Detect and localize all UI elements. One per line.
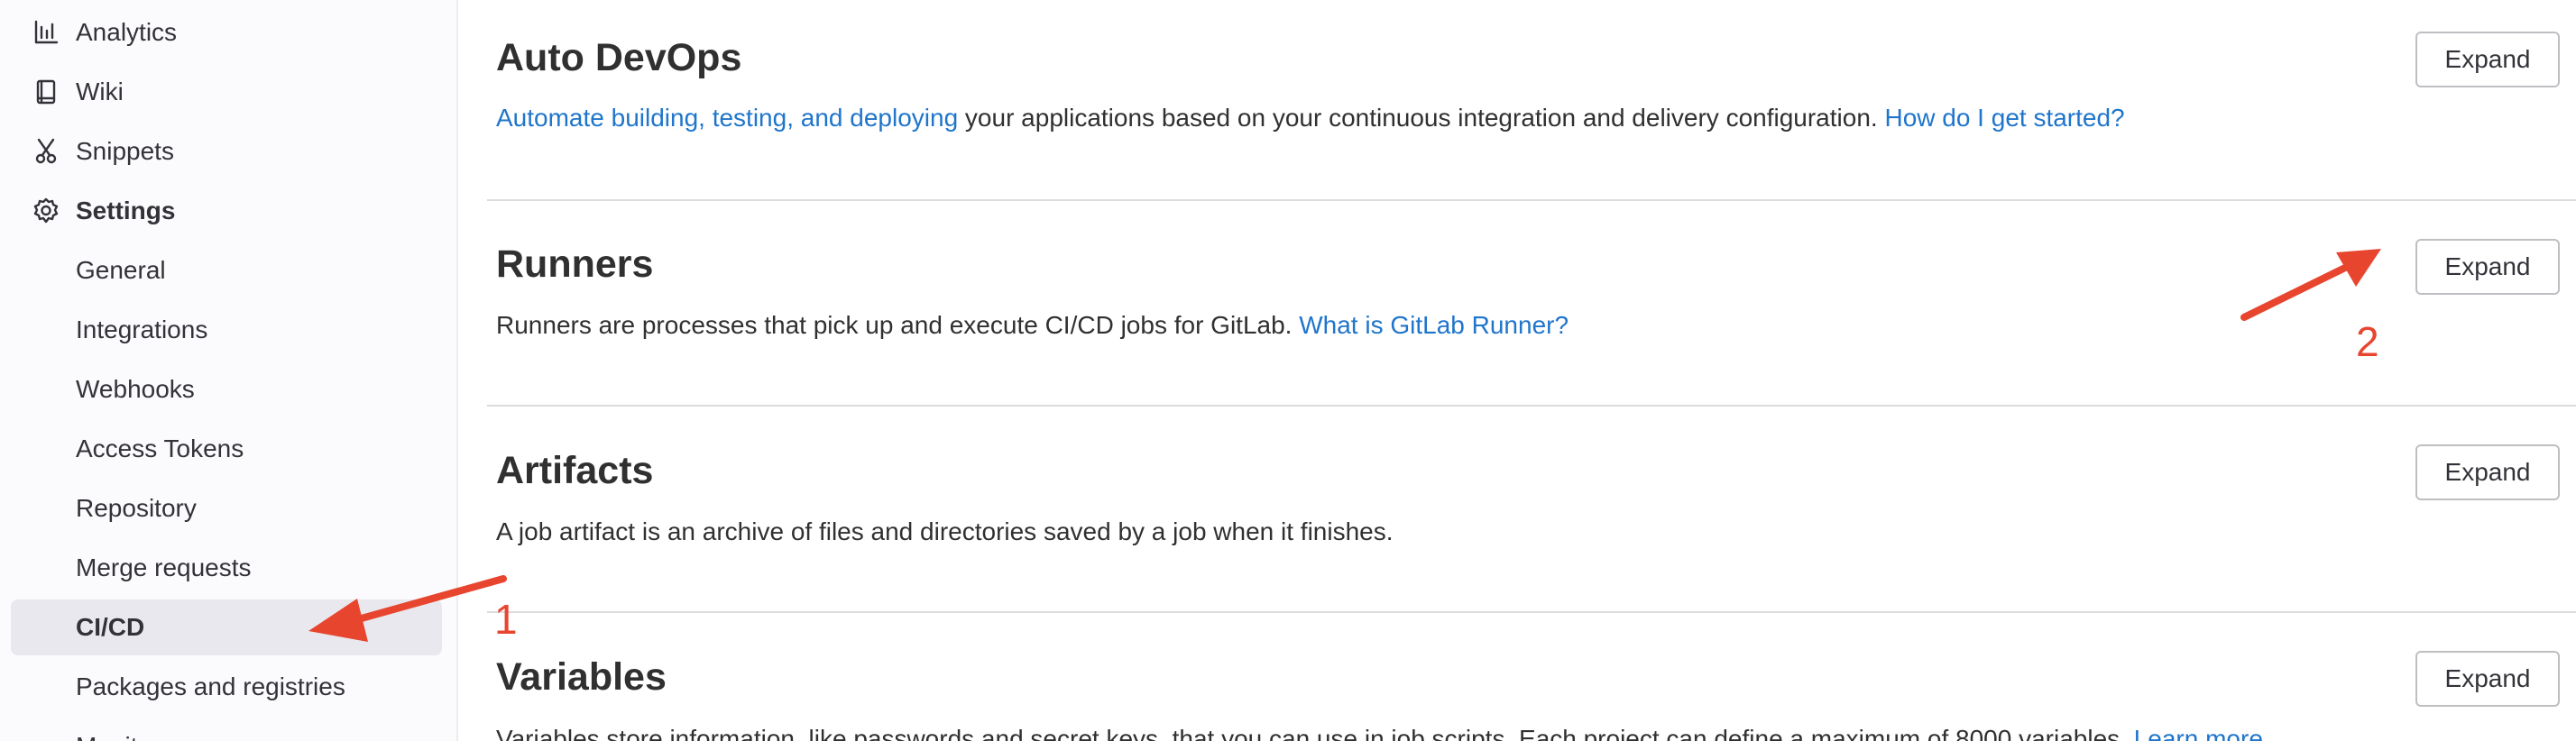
sidebar-item-label: Snippets: [76, 137, 174, 165]
gear-icon: [31, 196, 61, 226]
expand-button[interactable]: Expand: [2415, 32, 2560, 87]
sidebar-item-analytics[interactable]: Analytics: [11, 5, 442, 60]
sidebar-item-label: Wiki: [76, 78, 124, 105]
sidebar-item-access-tokens[interactable]: Access Tokens: [11, 421, 442, 477]
expand-button[interactable]: Expand: [2415, 651, 2560, 707]
section-description: Variables store information, like passwo…: [496, 725, 2270, 741]
sidebar-item-label: CI/CD: [76, 613, 145, 641]
sidebar-item-label: Settings: [76, 197, 176, 224]
sidebar-item-label: Packages and registries: [76, 672, 345, 700]
sidebar-item-settings[interactable]: Settings: [11, 183, 442, 239]
section-divider: [487, 405, 2576, 407]
sidebar-item-merge-requests[interactable]: Merge requests: [11, 540, 442, 596]
sidebar-item-label: Access Tokens: [76, 435, 244, 462]
expand-button[interactable]: Expand: [2415, 444, 2560, 500]
scissors-icon: [31, 136, 61, 167]
section-title: Auto DevOps: [496, 36, 742, 79]
section-divider: [487, 611, 2576, 613]
get-started-link[interactable]: How do I get started?: [1884, 104, 2124, 132]
description-text: your applications based on your continuo…: [958, 104, 1885, 132]
sidebar-item-label: Integrations: [76, 316, 208, 343]
sidebar-item-label: Merge requests: [76, 553, 252, 581]
sidebar-item-label: General: [76, 256, 166, 284]
description-text: Variables store information, like passwo…: [496, 725, 2134, 741]
auto-devops-link[interactable]: Automate building, testing, and deployin…: [496, 104, 958, 132]
sidebar-item-packages-and-registries[interactable]: Packages and registries: [11, 659, 442, 715]
sidebar-item-wiki[interactable]: Wiki: [11, 64, 442, 120]
main-content: Auto DevOps Automate building, testing, …: [460, 0, 2576, 741]
section-description: Runners are processes that pick up and e…: [496, 311, 1569, 340]
what-is-runner-link[interactable]: What is GitLab Runner?: [1299, 311, 1569, 339]
section-description: A job artifact is an archive of files an…: [496, 517, 1394, 545]
section-description: Automate building, testing, and deployin…: [496, 104, 2125, 133]
section-title: Variables: [496, 655, 667, 699]
section-title: Artifacts: [496, 449, 654, 492]
sidebar-item-webhooks[interactable]: Webhooks: [11, 361, 442, 417]
sidebar-item-snippets[interactable]: Snippets: [11, 124, 442, 179]
learn-more-link[interactable]: Learn more.: [2134, 725, 2270, 741]
sidebar-item-label: Webhooks: [76, 375, 195, 403]
section-divider: [487, 199, 2576, 201]
chart-icon: [31, 17, 61, 48]
description-text: Runners are processes that pick up and e…: [496, 311, 1300, 339]
sidebar-item-label: Repository: [76, 494, 197, 522]
sidebar-item-repository[interactable]: Repository: [11, 480, 442, 536]
section-title: Runners: [496, 242, 654, 286]
book-icon: [31, 77, 61, 107]
sidebar-item-monitor[interactable]: Monitor: [11, 718, 442, 741]
sidebar-item-label: Analytics: [76, 18, 178, 46]
expand-button[interactable]: Expand: [2415, 239, 2560, 295]
sidebar: Analytics Wiki Snippets Settings General…: [0, 0, 458, 741]
sidebar-item-cicd[interactable]: CI/CD: [11, 599, 442, 655]
sidebar-item-label: Monitor: [76, 732, 160, 741]
sidebar-item-general[interactable]: General: [11, 242, 442, 298]
sidebar-item-integrations[interactable]: Integrations: [11, 302, 442, 358]
page: Analytics Wiki Snippets Settings General…: [0, 0, 2576, 741]
